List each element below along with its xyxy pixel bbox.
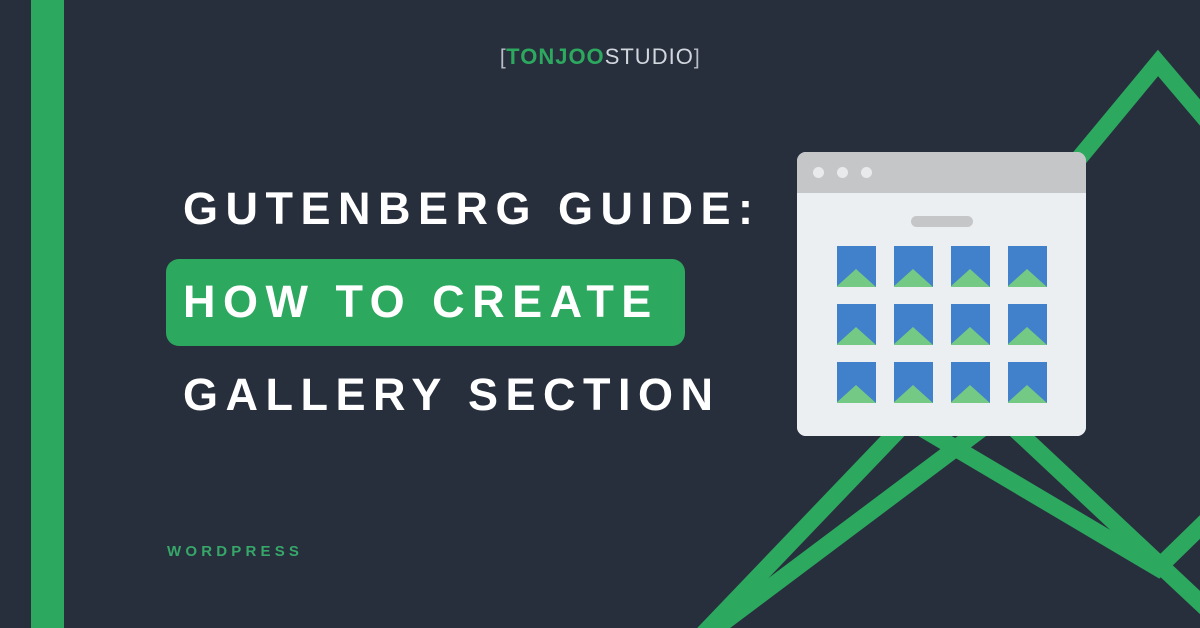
gallery-tile bbox=[1007, 246, 1047, 287]
browser-body bbox=[797, 193, 1086, 436]
logo-bracket-close: ] bbox=[693, 46, 701, 69]
image-placeholder-icon bbox=[1007, 385, 1047, 403]
zigzag-line-cross bbox=[701, 403, 1200, 628]
window-dot-maximize-icon bbox=[861, 167, 872, 178]
image-placeholder-icon bbox=[836, 385, 876, 403]
image-placeholder-icon bbox=[1007, 269, 1047, 287]
blog-cover-canvas: [TONJOOSTUDIO] GUTENBERG GUIDE: HOW TO C… bbox=[0, 0, 1200, 628]
content-placeholder-bar bbox=[910, 216, 973, 227]
browser-titlebar bbox=[797, 152, 1086, 193]
window-dot-close-icon bbox=[813, 167, 824, 178]
gallery-tile bbox=[950, 246, 990, 287]
window-dot-minimize-icon bbox=[837, 167, 848, 178]
image-placeholder-icon bbox=[1007, 327, 1047, 345]
headline-block: GUTENBERG GUIDE: HOW TO CREATE GALLERY S… bbox=[166, 186, 761, 417]
gallery-tile bbox=[893, 246, 933, 287]
gallery-tile bbox=[1007, 362, 1047, 403]
gallery-tile bbox=[893, 362, 933, 403]
image-placeholder-icon bbox=[893, 327, 933, 345]
image-placeholder-icon bbox=[893, 269, 933, 287]
left-accent-bar bbox=[31, 0, 64, 628]
image-placeholder-icon bbox=[836, 269, 876, 287]
headline-highlight-line: HOW TO CREATE bbox=[166, 259, 685, 346]
headline-line-3: GALLERY SECTION bbox=[183, 369, 721, 420]
image-placeholder-icon bbox=[836, 327, 876, 345]
gallery-tile bbox=[1007, 304, 1047, 345]
gallery-tile bbox=[836, 304, 876, 345]
image-placeholder-icon bbox=[950, 385, 990, 403]
logo-name-secondary: STUDIO bbox=[604, 44, 694, 69]
gallery-grid bbox=[797, 246, 1086, 403]
image-placeholder-icon bbox=[893, 385, 933, 403]
category-label: WORDPRESS bbox=[167, 543, 304, 560]
gallery-tile bbox=[836, 246, 876, 287]
browser-window-mockup bbox=[797, 152, 1086, 436]
brand-logo: [TONJOOSTUDIO] bbox=[0, 44, 1200, 69]
gallery-tile bbox=[893, 304, 933, 345]
image-placeholder-icon bbox=[950, 269, 990, 287]
gallery-tile bbox=[950, 362, 990, 403]
gallery-tile bbox=[836, 362, 876, 403]
logo-name-primary: TONJOO bbox=[506, 44, 605, 69]
gallery-tile bbox=[950, 304, 990, 345]
headline-line-1: GUTENBERG GUIDE: bbox=[183, 183, 761, 234]
image-placeholder-icon bbox=[950, 327, 990, 345]
